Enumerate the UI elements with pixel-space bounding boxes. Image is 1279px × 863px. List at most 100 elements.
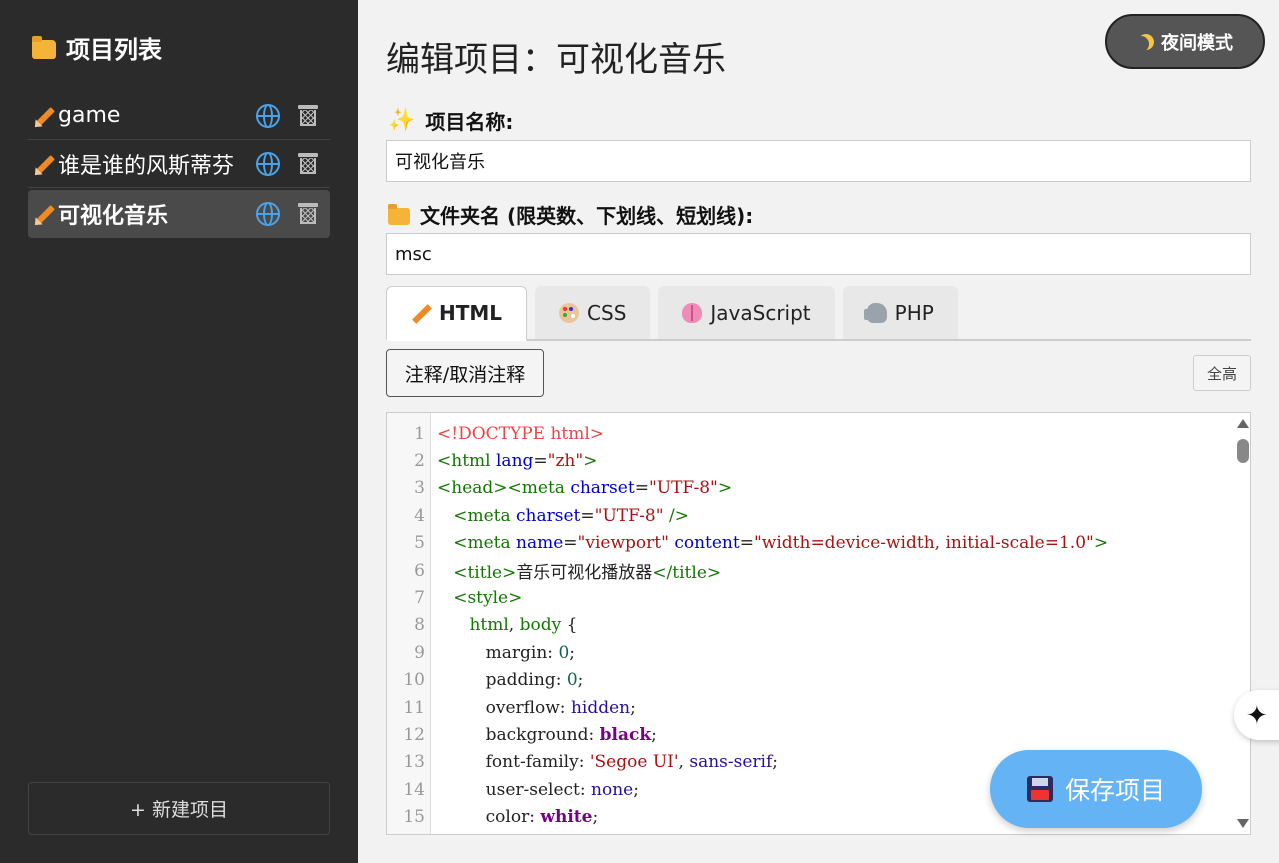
- code-line[interactable]: 10 padding: 0;: [387, 667, 1232, 694]
- project-name: game: [58, 103, 121, 128]
- elephant-icon: [863, 302, 887, 323]
- globe-icon[interactable]: [256, 202, 280, 226]
- project-item-game[interactable]: game: [28, 92, 330, 140]
- editor-tabs: HTML CSS JavaScript PHP: [386, 286, 1251, 341]
- tab-javascript[interactable]: JavaScript: [658, 286, 835, 339]
- code-line[interactable]: 9 margin: 0;: [387, 639, 1232, 666]
- project-item-active[interactable]: 可视化音乐: [28, 190, 330, 238]
- tab-html[interactable]: HTML: [386, 286, 528, 341]
- line-number: 1: [414, 423, 425, 444]
- code-line[interactable]: 7 <style>: [387, 584, 1232, 611]
- project-name-input[interactable]: 可视化音乐: [386, 140, 1251, 182]
- code-line[interactable]: 4 <meta charset="UTF-8" />: [387, 502, 1232, 529]
- new-project-button[interactable]: + 新建项目: [28, 782, 330, 835]
- folder-name-label: 文件夹名 (限英数、下划线、短划线):: [388, 200, 753, 229]
- save-project-button[interactable]: 保存项目: [990, 750, 1202, 828]
- scroll-up-icon[interactable]: [1237, 419, 1249, 428]
- trash-icon[interactable]: [298, 152, 318, 175]
- line-number: 15: [403, 807, 425, 828]
- editor-scrollbar[interactable]: [1233, 413, 1250, 834]
- line-number: 6: [414, 560, 425, 581]
- code-line[interactable]: 8 html, body {: [387, 612, 1232, 639]
- moon-icon: [1133, 36, 1149, 52]
- night-mode-label: 夜间模式: [1161, 32, 1233, 54]
- folder-name-input[interactable]: msc: [386, 233, 1251, 275]
- code-text: <meta name="viewport" content="width=dev…: [453, 533, 1109, 554]
- tab-css[interactable]: CSS: [535, 286, 651, 339]
- sparkle-icon: ✦: [1246, 699, 1268, 730]
- line-number: 9: [414, 642, 425, 663]
- code-text: html, body {: [469, 615, 578, 636]
- line-number: 11: [403, 697, 425, 718]
- pencil-icon: [32, 105, 54, 127]
- line-number: 7: [414, 587, 425, 608]
- main-panel: 编辑项目：可视化音乐 夜间模式 ✨ 项目名称: 可视化音乐 文件夹名 (限英数、…: [358, 0, 1279, 863]
- line-number: 10: [403, 670, 425, 691]
- code-text: user-select: none;: [485, 779, 639, 800]
- line-number: 12: [403, 724, 425, 745]
- code-text: margin: 0;: [485, 642, 575, 663]
- globe-icon[interactable]: [256, 103, 280, 128]
- toggle-comment-button[interactable]: 注释/取消注释: [386, 349, 544, 397]
- code-text: padding: 0;: [485, 670, 584, 691]
- globe-icon[interactable]: [256, 151, 280, 176]
- ai-assistant-button[interactable]: ✦: [1234, 690, 1279, 740]
- project-name: 谁是谁的风斯蒂芬: [58, 153, 235, 179]
- code-text: <meta charset="UTF-8" />: [453, 505, 689, 526]
- folder-name-label-text: 文件夹名 (限英数、下划线、短划线):: [420, 204, 754, 228]
- floppy-disk-icon: [1026, 776, 1053, 802]
- brain-icon: [682, 302, 703, 323]
- tab-label: CSS: [587, 300, 627, 325]
- pencil-icon: [32, 203, 54, 225]
- code-line[interactable]: 6 <title>音乐可视化播放器</title>: [387, 557, 1232, 584]
- line-number: 2: [414, 450, 425, 471]
- line-number: 14: [403, 779, 425, 800]
- sparkles-icon: ✨: [388, 108, 416, 133]
- full-height-button[interactable]: 全高: [1193, 355, 1251, 391]
- code-line[interactable]: 1 <!DOCTYPE html>: [387, 420, 1232, 447]
- line-number: 5: [414, 533, 425, 554]
- save-project-label: 保存项目: [1064, 776, 1165, 805]
- code-line[interactable]: 3 <head><meta charset="UTF-8">: [387, 475, 1232, 502]
- sidebar-title: 项目列表: [32, 30, 162, 65]
- line-number: 3: [414, 478, 425, 499]
- tab-label: JavaScript: [710, 300, 811, 325]
- night-mode-button[interactable]: 夜间模式: [1105, 14, 1265, 69]
- code-text: <title>音乐可视化播放器</title>: [453, 563, 722, 583]
- project-name: 可视化音乐: [58, 204, 169, 229]
- pencil-icon: [411, 303, 431, 323]
- code-text: background: black;: [485, 724, 657, 745]
- folder-icon: [388, 204, 410, 225]
- scroll-down-icon[interactable]: [1237, 819, 1249, 828]
- project-name-label-text: 项目名称:: [425, 110, 514, 134]
- page-title: 编辑项目：可视化音乐: [386, 40, 726, 80]
- tab-label: HTML: [439, 301, 503, 325]
- code-line[interactable]: 2 <html lang="zh">: [387, 447, 1232, 474]
- tab-php[interactable]: PHP: [842, 286, 958, 339]
- scroll-thumb[interactable]: [1237, 439, 1249, 463]
- code-text: <head><meta charset="UTF-8">: [437, 478, 733, 499]
- project-name-label: ✨ 项目名称:: [388, 106, 513, 135]
- code-text: font-family: 'Segoe UI', sans-serif;: [485, 752, 779, 773]
- code-text: <!DOCTYPE html>: [437, 423, 605, 444]
- code-line[interactable]: 5 <meta name="viewport" content="width=d…: [387, 530, 1232, 557]
- code-line[interactable]: 11 overflow: hidden;: [387, 694, 1232, 721]
- code-text: <html lang="zh">: [437, 450, 598, 471]
- project-list: game 谁是谁的风斯蒂芬 可视化音乐: [28, 92, 330, 238]
- line-number: 4: [414, 505, 425, 526]
- line-number: 8: [414, 615, 425, 636]
- trash-icon[interactable]: [298, 104, 318, 127]
- sidebar: 项目列表 game 谁是谁的风斯蒂芬 可视化音乐 + 新建项目: [0, 0, 358, 863]
- code-text: color: white;: [485, 807, 599, 828]
- sidebar-title-text: 项目列表: [66, 36, 162, 64]
- folder-icon: [32, 36, 56, 59]
- pencil-icon: [32, 153, 54, 175]
- code-text: <style>: [453, 587, 523, 608]
- line-number: 13: [403, 752, 425, 773]
- trash-icon[interactable]: [298, 203, 318, 225]
- tab-label: PHP: [894, 300, 934, 325]
- palette-icon: [559, 302, 580, 323]
- code-line[interactable]: 12 background: black;: [387, 721, 1232, 748]
- project-item-2[interactable]: 谁是谁的风斯蒂芬: [28, 140, 330, 188]
- code-text: overflow: hidden;: [485, 697, 636, 718]
